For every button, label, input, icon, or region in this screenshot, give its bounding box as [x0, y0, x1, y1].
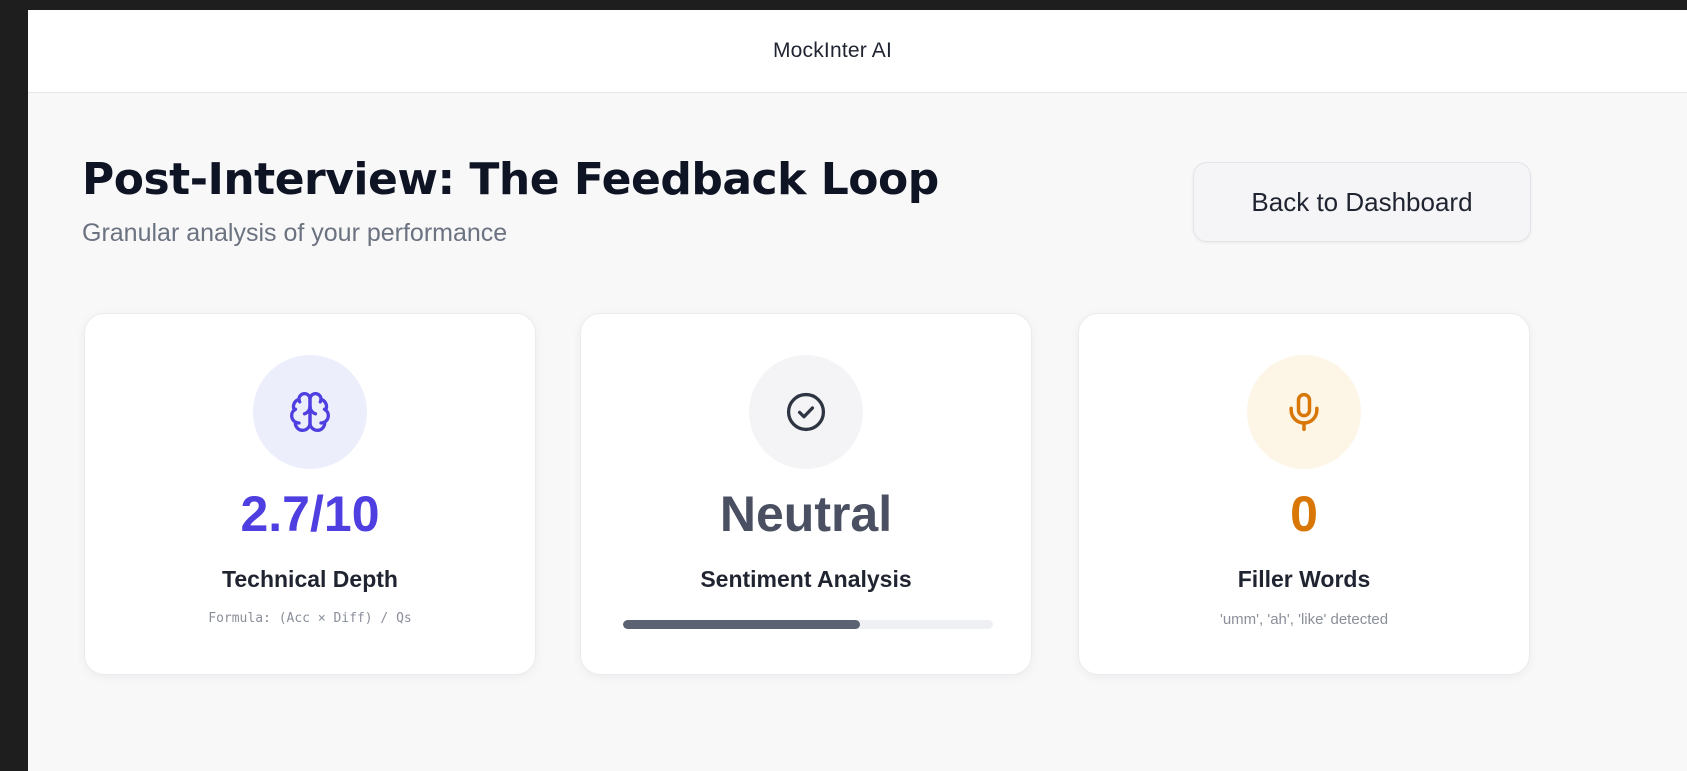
technical-depth-label: Technical Depth — [222, 566, 398, 592]
filler-words-count: 0 — [1290, 486, 1318, 542]
sentiment-progress-fill — [623, 620, 860, 629]
filler-words-label: Filler Words — [1237, 566, 1371, 592]
microphone-icon — [1289, 392, 1319, 432]
sentiment-label: Sentiment Analysis — [700, 566, 912, 592]
sentiment-analysis-card: Neutral Sentiment Analysis — [580, 313, 1032, 675]
check-circle-icon-badge — [749, 355, 863, 469]
check-circle-icon — [786, 392, 826, 432]
brain-icon-badge — [253, 355, 367, 469]
sentiment-progress-bar — [623, 620, 993, 629]
top-bar: MockInter AI — [28, 10, 1687, 93]
technical-depth-formula: Formula: (Acc × Diff) / Qs — [208, 611, 412, 626]
filler-words-card: 0 Filler Words 'umm', 'ah', 'like' detec… — [1078, 313, 1530, 675]
sentiment-value: Neutral — [719, 486, 893, 542]
page-title: Post-Interview: The Feedback Loop — [82, 154, 939, 205]
app-title: MockInter AI — [772, 39, 893, 62]
app-window: MockInter AI Post-Interview: The Feedbac… — [28, 10, 1687, 771]
technical-depth-card: 2.7/10 Technical Depth Formula: (Acc × D… — [84, 313, 536, 675]
microphone-icon-badge — [1247, 355, 1361, 469]
page-subtitle: Granular analysis of your performance — [82, 219, 508, 247]
technical-depth-score: 2.7/10 — [240, 486, 380, 542]
filler-words-caption: 'umm', 'ah', 'like' detected — [1219, 611, 1389, 628]
brain-icon — [290, 392, 330, 432]
back-to-dashboard-button[interactable]: Back to Dashboard — [1193, 162, 1531, 242]
